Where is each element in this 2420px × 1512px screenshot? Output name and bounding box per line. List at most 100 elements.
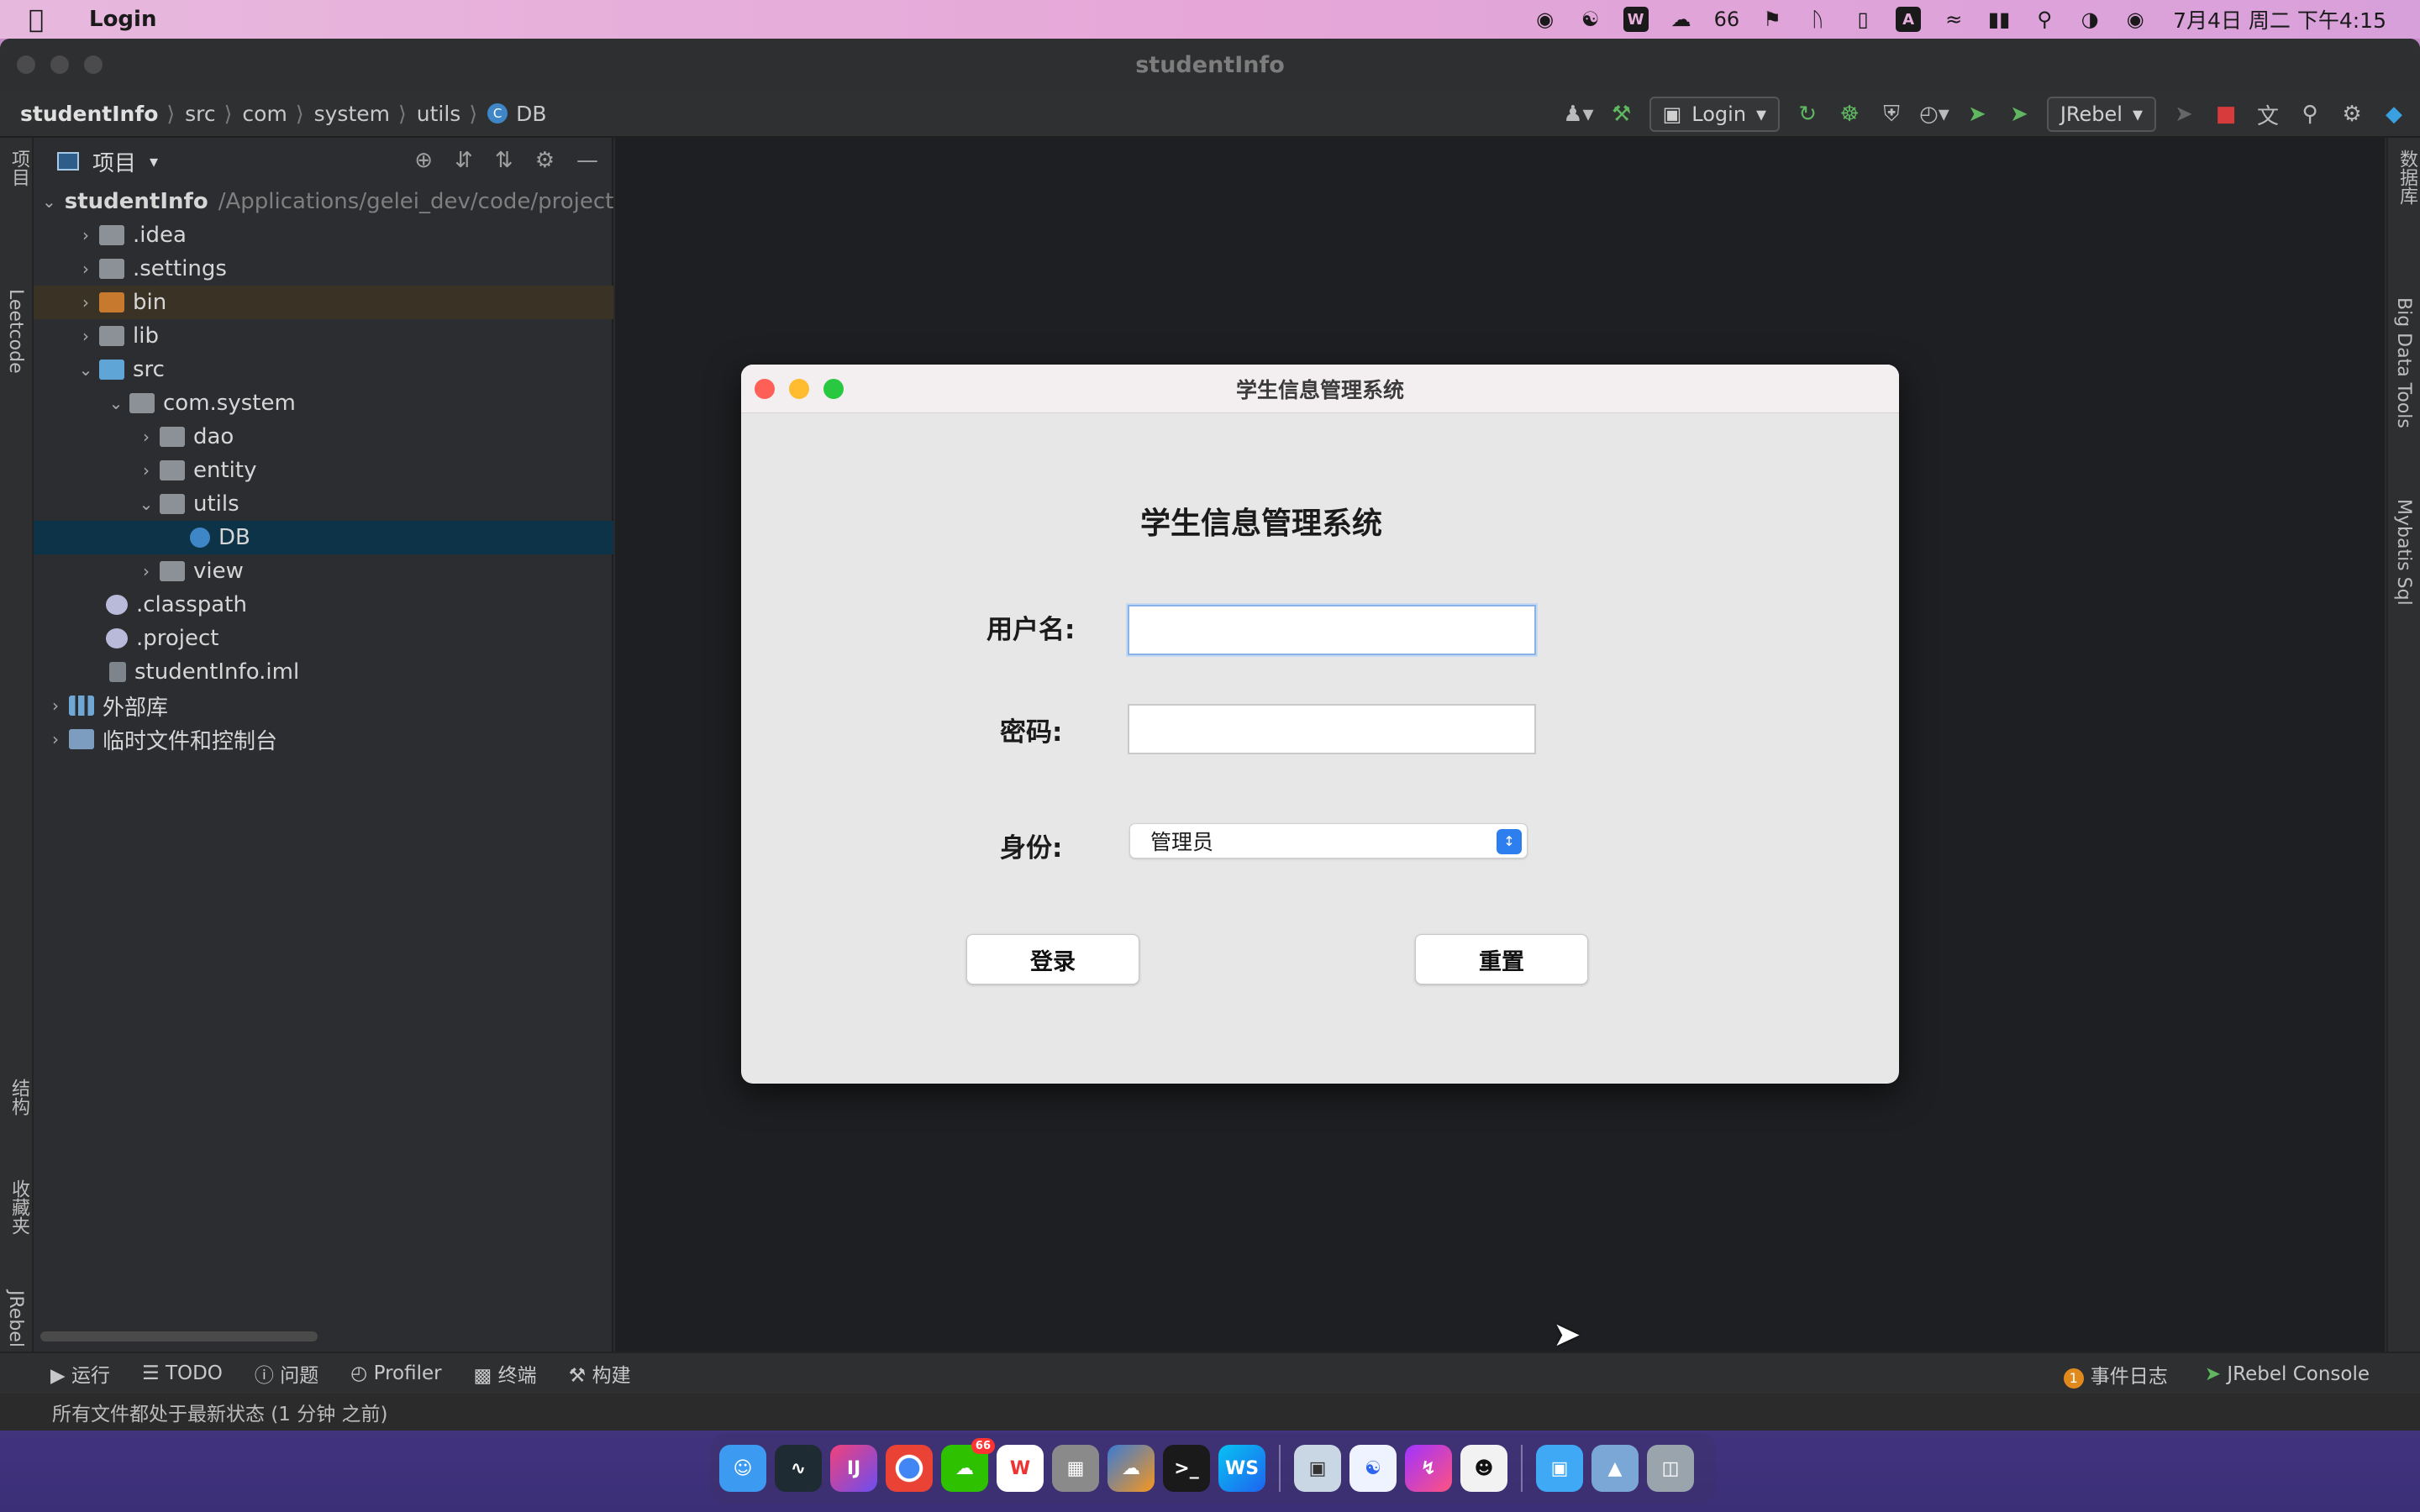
chevron-down-icon[interactable]: ⌄ (133, 494, 160, 514)
reset-button[interactable]: 重置 (1415, 934, 1588, 984)
chevron-right-icon[interactable]: › (133, 427, 160, 447)
jrebel-disabled-icon[interactable]: ➤ (2170, 97, 2198, 131)
tab-todo[interactable]: ☰ TODO (142, 1362, 223, 1384)
menu-app-name[interactable]: Login (89, 7, 156, 32)
tab-run[interactable]: ▶ 运行 (50, 1359, 110, 1388)
tool-tab-jrebel[interactable]: JRebel (5, 1290, 26, 1347)
tool-tab-mybatis[interactable]: Mybatis Sql (2393, 499, 2414, 606)
breadcrumb-db[interactable]: DB (516, 102, 546, 126)
wps-icon[interactable]: W (1623, 7, 1649, 32)
activity-monitor-icon[interactable]: ∿ (775, 1445, 822, 1492)
trash-icon[interactable]: ◫ (1647, 1445, 1694, 1492)
collapse-all-icon[interactable]: ⇅ (495, 148, 513, 173)
chevron-right-icon[interactable]: › (133, 460, 160, 480)
tree-item-idea[interactable]: › .idea (34, 218, 613, 252)
chevron-right-icon[interactable]: › (133, 561, 160, 581)
profile-icon[interactable]: ◴▾ (1919, 97, 1949, 131)
rerun-icon[interactable]: ↻ (1793, 97, 1822, 131)
tree-item-db[interactable]: DB (34, 521, 613, 554)
tool-tab-bigdata[interactable]: Big Data Tools (2393, 297, 2414, 428)
wifi-icon[interactable]: ≈ (1941, 7, 1966, 32)
tree-item-entity[interactable]: › entity (34, 454, 613, 487)
contacts-icon[interactable]: ▯ (1850, 7, 1876, 32)
tool-tab-database[interactable]: 数据库 (2393, 150, 2420, 205)
zoom-button[interactable] (823, 379, 844, 399)
coverage-icon[interactable]: ⛨ (1877, 97, 1906, 131)
wechat-icon[interactable]: ☁ (1669, 7, 1694, 32)
breadcrumb-system[interactable]: system (314, 102, 390, 126)
apple-icon[interactable]:  (29, 5, 62, 34)
search-icon[interactable]: ⚲ (2296, 97, 2324, 131)
wps-icon[interactable]: W (997, 1445, 1044, 1492)
baidu-netdisk-icon[interactable]: ☁ (1107, 1445, 1155, 1492)
tab-build[interactable]: ⚒ 构建 (569, 1359, 631, 1388)
tree-item-dao[interactable]: › dao (34, 420, 613, 454)
bookmark-icon[interactable]: ⚑ (1760, 7, 1785, 32)
tab-jrebel-console[interactable]: ➤ JRebel Console (2205, 1363, 2370, 1385)
user-icon[interactable]: ♟▾ (1563, 97, 1593, 131)
tree-item-iml[interactable]: studentInfo.iml (34, 655, 613, 689)
jrebel-debug-icon[interactable]: ➤ (2005, 97, 2033, 131)
translate-icon[interactable]: 文 (2254, 97, 2282, 131)
username-input[interactable] (1128, 605, 1536, 655)
chevron-right-icon[interactable]: › (72, 259, 99, 279)
chevron-right-icon[interactable]: › (72, 326, 99, 346)
tree-item-classpath[interactable]: .classpath (34, 588, 613, 622)
chevron-down-icon[interactable]: ⌄ (103, 393, 129, 413)
control-center-icon[interactable]: ◑ (2077, 7, 2102, 32)
expand-all-icon[interactable]: ⇵ (455, 148, 473, 173)
baidu-icon[interactable]: ☯ (1349, 1445, 1397, 1492)
minimize-button[interactable] (50, 55, 69, 74)
siri-icon[interactable]: ◉ (2123, 7, 2148, 32)
tab-profiler[interactable]: ◴ Profiler (350, 1362, 441, 1384)
launchpad-icon[interactable]: ▦ (1052, 1445, 1099, 1492)
photos-folder-icon[interactable]: ▲ (1591, 1445, 1639, 1492)
jrebel-select[interactable]: JRebel ▾ (2046, 97, 2156, 132)
password-input[interactable] (1128, 704, 1536, 754)
tree-item-scratches[interactable]: › 临时文件和控制台 (34, 722, 613, 756)
folder-icon[interactable]: ▣ (1536, 1445, 1583, 1492)
run-config-select[interactable]: ▣ Login ▾ (1649, 97, 1781, 132)
preview-icon[interactable]: ▣ (1294, 1445, 1341, 1492)
tree-root[interactable]: ⌄ studentInfo /Applications/gelei_dev/co… (34, 185, 613, 218)
tree-item-src[interactable]: ⌄ src (34, 353, 613, 386)
minimize-button[interactable] (789, 379, 809, 399)
tree-item-project-file[interactable]: .project (34, 622, 613, 655)
chevron-right-icon[interactable]: › (72, 292, 99, 312)
tool-tab-project[interactable]: 项目 (5, 150, 32, 186)
gear-icon[interactable]: ⚙ (535, 148, 555, 173)
locate-icon[interactable]: ⊕ (414, 148, 433, 173)
tab-terminal[interactable]: ▩ 终端 (474, 1359, 537, 1388)
bluetooth-icon[interactable]: ᚢ (1805, 7, 1830, 32)
chevron-down-icon[interactable]: ▾ (150, 151, 158, 171)
terminal-icon[interactable]: >_ (1163, 1445, 1210, 1492)
project-panel-title[interactable]: 项目 (92, 146, 136, 177)
qq-icon[interactable]: ☻ (1460, 1445, 1507, 1492)
messenger-icon[interactable]: ↯ (1405, 1445, 1452, 1492)
finder-icon[interactable]: ☺ (719, 1445, 766, 1492)
tree-item-com-system[interactable]: ⌄ com.system (34, 386, 613, 420)
chevron-right-icon[interactable]: › (42, 696, 69, 716)
tree-item-view[interactable]: › view (34, 554, 613, 588)
tab-event-log[interactable]: 1 事件日志 (2063, 1360, 2168, 1389)
tree-item-lib[interactable]: › lib (34, 319, 613, 353)
jrebel-run-icon[interactable]: ➤ (1963, 97, 1991, 131)
tool-tab-leetcode[interactable]: Leetcode (5, 289, 26, 374)
tree-item-external-libs[interactable]: › 外部库 (34, 689, 613, 722)
build-hammer-icon[interactable]: ⚒ (1607, 97, 1636, 131)
chevron-right-icon[interactable]: › (42, 729, 69, 749)
webstorm-icon[interactable]: WS (1218, 1445, 1265, 1492)
search-icon[interactable]: ⚲ (2032, 7, 2057, 32)
debug-icon[interactable]: ☸ (1835, 97, 1864, 131)
chevron-right-icon[interactable]: › (72, 225, 99, 245)
login-button[interactable]: 登录 (966, 934, 1139, 984)
breadcrumb-project[interactable]: studentInfo (20, 102, 158, 126)
tab-problems[interactable]: ⓘ 问题 (255, 1359, 318, 1388)
close-button[interactable] (17, 55, 35, 74)
hide-icon[interactable]: — (576, 148, 598, 173)
input-method-icon[interactable]: A (1896, 7, 1922, 32)
tree-item-settings[interactable]: › .settings (34, 252, 613, 286)
breadcrumb-src[interactable]: src (185, 102, 216, 126)
zoom-button[interactable] (84, 55, 103, 74)
tool-tab-favorites[interactable]: 收藏夹 (5, 1179, 32, 1235)
